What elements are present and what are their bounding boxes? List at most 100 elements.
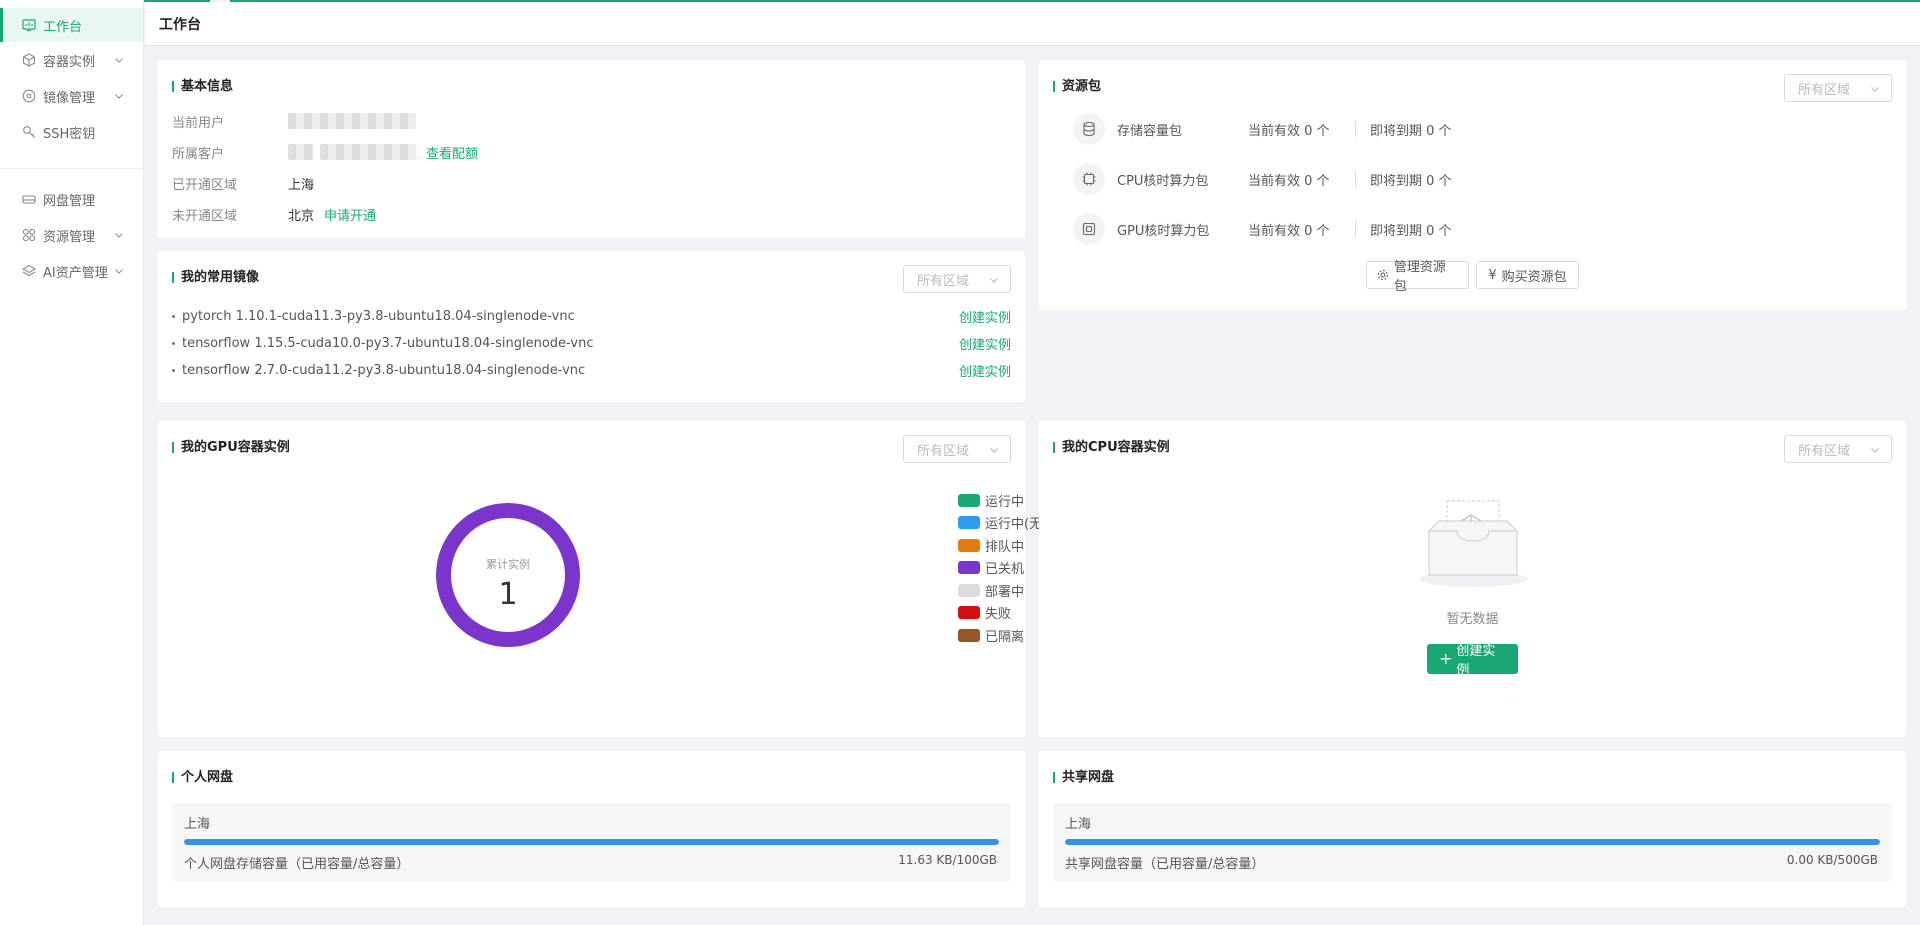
sidebar-item-label: 网盘管理 xyxy=(43,193,96,209)
disk-usage-bar xyxy=(1065,839,1880,845)
disk-usage-label: 个人网盘存储容量（已用容量/总容量） xyxy=(184,857,410,872)
pack-expiring-count: 即将到期 0 个 xyxy=(1370,223,1452,239)
pack-name: CPU核时算力包 xyxy=(1117,173,1209,189)
region-select[interactable]: 所有区域 xyxy=(903,265,1011,293)
database-icon xyxy=(1073,113,1105,145)
create-instance-link[interactable]: 创建实例 xyxy=(959,307,1011,326)
list-item: pytorch 1.10.1-cuda11.3-py3.8-ubuntu18.0… xyxy=(172,306,1011,326)
divider xyxy=(1355,221,1356,237)
info-label: 未开通区域 xyxy=(172,208,238,224)
current-user-row: 当前用户 xyxy=(172,111,416,131)
image-name: tensorflow 2.7.0-cuda11.2-py3.8-ubuntu18… xyxy=(172,363,585,378)
pack-active-count: 当前有效 0 个 xyxy=(1248,123,1330,139)
chevron-down-icon xyxy=(1871,87,1879,92)
list-item: tensorflow 2.7.0-cuda11.2-py3.8-ubuntu18… xyxy=(172,360,1011,380)
button-label: 创建实例 xyxy=(1456,644,1496,678)
divider xyxy=(1355,171,1356,187)
apply-open-link[interactable]: 申请开通 xyxy=(324,205,376,224)
card-title: 我的常用镜像 xyxy=(172,270,259,285)
pack-name: 存储容量包 xyxy=(1117,123,1183,139)
region-select[interactable]: 所有区域 xyxy=(1784,74,1892,102)
instances-donut-chart: 累计实例 1 xyxy=(436,503,580,647)
divider xyxy=(1355,121,1356,137)
region-select-value: 所有区域 xyxy=(917,273,970,289)
info-label: 当前用户 xyxy=(172,115,225,131)
sidebar-item-label: 工作台 xyxy=(43,19,83,35)
legend-swatch xyxy=(958,560,980,574)
disk-usage-bar xyxy=(184,839,999,845)
create-instance-link[interactable]: 创建实例 xyxy=(959,334,1011,353)
legend-swatch xyxy=(958,628,980,642)
chevron-down-icon xyxy=(990,448,998,453)
card-title: 我的GPU容器实例 xyxy=(172,440,290,455)
sidebar-item-label: AI资产管理 xyxy=(43,265,108,281)
pack-name: GPU核时算力包 xyxy=(1117,223,1210,239)
image-name-text: tensorflow 1.15.5-cuda10.0-py3.7-ubuntu1… xyxy=(182,335,594,351)
shared-disk-card: 共享网盘 上海 共享网盘容量（已用容量/总容量） 0.00 KB/500GB xyxy=(1039,751,1906,907)
pack-active-count: 当前有效 0 个 xyxy=(1248,223,1330,239)
view-quota-link[interactable]: 查看配额 xyxy=(426,143,478,162)
plus-icon: + xyxy=(1439,649,1453,668)
redacted-username xyxy=(288,113,416,129)
gear-icon xyxy=(1377,269,1389,281)
sidebar-item-disk-management[interactable]: 网盘管理 xyxy=(0,181,143,217)
common-images-card: 我的常用镜像 所有区域 pytorch 1.10.1-cuda11.3-py3.… xyxy=(158,251,1025,402)
pack-active-count: 当前有效 0 个 xyxy=(1248,173,1330,189)
button-label: 管理资源包 xyxy=(1393,260,1446,294)
grid-icon xyxy=(22,228,36,242)
image-name: pytorch 1.10.1-cuda11.3-py3.8-ubuntu18.0… xyxy=(172,309,575,324)
donut-center-value: 1 xyxy=(498,577,517,612)
yen-icon: ¥ xyxy=(1488,267,1497,283)
chevron-down-icon xyxy=(115,58,123,63)
page-title: 工作台 xyxy=(159,16,201,33)
dashboard-icon xyxy=(22,18,36,32)
legend-swatch xyxy=(958,493,980,507)
legend-swatch xyxy=(958,583,980,597)
basic-info-card: 基本信息 当前用户 所属客户 查看配额 已开通区域 上海 未开通区域 北京 申请… xyxy=(158,60,1025,238)
cpu-instances-card: 我的CPU容器实例 所有区域 暂无数据 + 创建实例 xyxy=(1039,421,1906,737)
sidebar-item-label: SSH密钥 xyxy=(43,126,96,142)
sidebar-item-label: 镜像管理 xyxy=(43,90,96,106)
list-item: tensorflow 1.15.5-cuda10.0-py3.7-ubuntu1… xyxy=(172,333,1011,353)
image-name: tensorflow 1.15.5-cuda10.0-py3.7-ubuntu1… xyxy=(172,336,593,351)
create-instance-button[interactable]: + 创建实例 xyxy=(1427,644,1518,678)
donut-ring-stopped xyxy=(436,503,580,647)
info-label: 所属客户 xyxy=(172,146,225,162)
region-select[interactable]: 所有区域 xyxy=(1784,435,1892,463)
button-label: 购买资源包 xyxy=(1501,269,1567,285)
sidebar-item-resource-management[interactable]: 资源管理 xyxy=(0,217,143,253)
bullet xyxy=(172,368,175,372)
legend-swatch xyxy=(958,515,980,529)
bullet xyxy=(172,314,175,318)
sidebar-item-ai-assets[interactable]: AI资产管理 xyxy=(0,253,143,289)
legend-swatch xyxy=(958,538,980,552)
card-title: 共享网盘 xyxy=(1053,770,1114,785)
layers-icon xyxy=(22,264,36,278)
legend-swatch xyxy=(958,605,980,619)
key-icon xyxy=(22,125,36,139)
region-select-value: 所有区域 xyxy=(1798,443,1851,459)
sidebar-item-label: 容器实例 xyxy=(43,54,96,70)
region-select[interactable]: 所有区域 xyxy=(903,435,1011,463)
donut-center-label: 累计实例 xyxy=(486,557,530,571)
bullet xyxy=(172,341,175,345)
gpu-instances-card: 我的GPU容器实例 所有区域 累计实例 1 运行中0 运行中(无卡)0 排队中0… xyxy=(158,421,1070,737)
image-disc-icon xyxy=(22,89,36,103)
cpu-chip-icon xyxy=(1073,163,1105,195)
unopened-region-value: 北京 xyxy=(288,208,315,224)
resource-pack-row: CPU核时算力包 当前有效 0 个 即将到期 0 个 xyxy=(1073,162,1452,196)
redacted-customer-prefix xyxy=(288,144,314,160)
sidebar-item-image-management[interactable]: 镜像管理 xyxy=(0,78,143,114)
disk-usage-fill xyxy=(1065,839,1880,845)
disk-usage-panel: 上海 个人网盘存储容量（已用容量/总容量） 11.63 KB/100GB xyxy=(172,803,1011,881)
manage-resource-pack-button[interactable]: 管理资源包 xyxy=(1366,260,1469,294)
chevron-down-icon xyxy=(1871,448,1879,453)
sidebar-item-dashboard[interactable]: 工作台 xyxy=(0,8,143,42)
create-instance-link[interactable]: 创建实例 xyxy=(959,361,1011,380)
image-name-text: pytorch 1.10.1-cuda11.3-py3.8-ubuntu18.0… xyxy=(182,308,575,324)
personal-disk-card: 个人网盘 上海 个人网盘存储容量（已用容量/总容量） 11.63 KB/100G… xyxy=(158,751,1025,907)
sidebar-item-container-instances[interactable]: 容器实例 xyxy=(0,42,143,78)
card-title: 个人网盘 xyxy=(172,770,233,785)
sidebar-item-ssh-keys[interactable]: SSH密钥 xyxy=(0,114,143,150)
buy-resource-pack-button[interactable]: ¥ 购买资源包 xyxy=(1476,261,1579,289)
